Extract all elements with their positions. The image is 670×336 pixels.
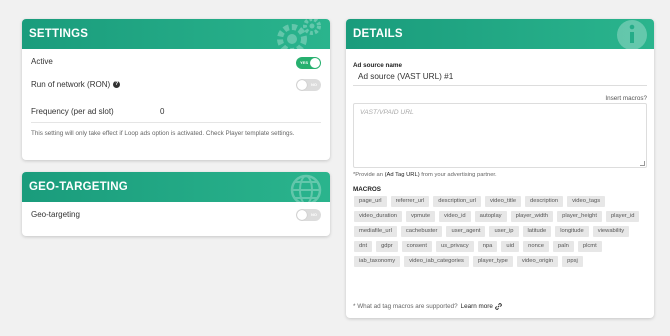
macro-chip[interactable]: iab_taxonomy bbox=[354, 256, 401, 267]
geo-label: Geo-targeting bbox=[31, 210, 80, 219]
hint-prefix: *Provide an bbox=[353, 172, 383, 178]
macro-chip[interactable]: video_title bbox=[484, 196, 522, 207]
macro-chip[interactable]: consent bbox=[401, 241, 432, 252]
macro-chip[interactable]: player_width bbox=[510, 211, 554, 222]
macro-chip[interactable]: cachebuster bbox=[400, 226, 443, 237]
toggle-knob bbox=[310, 58, 320, 68]
active-label: Active bbox=[31, 57, 53, 66]
geo-title: GEO-TARGETING bbox=[29, 181, 128, 193]
macro-chip[interactable]: ppsj bbox=[562, 256, 583, 267]
active-row: Active bbox=[31, 57, 321, 66]
settings-note: This setting will only take effect if Lo… bbox=[31, 130, 295, 137]
macro-chip[interactable]: npa bbox=[477, 241, 498, 252]
frequency-label: Frequency (per ad slot) bbox=[31, 107, 114, 116]
macro-chip[interactable]: description bbox=[525, 196, 564, 207]
macro-chip[interactable]: longitude bbox=[555, 226, 589, 237]
ron-toggle[interactable]: NO bbox=[296, 79, 321, 91]
macro-chip[interactable]: video_duration bbox=[354, 211, 403, 222]
bottom-note-text: * What ad tag macros are supported? bbox=[353, 303, 458, 310]
geo-row: Geo-targeting bbox=[31, 210, 321, 219]
hint-strong: (Ad Tag URL) bbox=[384, 172, 420, 178]
divider bbox=[31, 122, 321, 123]
macro-chip[interactable]: video_tags bbox=[567, 196, 606, 207]
macro-chip[interactable]: autoplay bbox=[474, 211, 507, 222]
frequency-row: Frequency (per ad slot) 0 bbox=[31, 107, 321, 116]
settings-header: SETTINGS bbox=[22, 19, 330, 49]
frequency-input[interactable]: 0 bbox=[160, 107, 164, 116]
macro-chip[interactable]: user_ip bbox=[489, 226, 519, 237]
gears-icon bbox=[277, 19, 321, 49]
toggle-knob bbox=[297, 80, 307, 90]
macro-chip[interactable]: vpmute bbox=[406, 211, 436, 222]
macro-chip[interactable]: video_id bbox=[439, 211, 471, 222]
macro-chip[interactable]: video_iab_categories bbox=[404, 256, 469, 267]
macro-chip[interactable]: viewability bbox=[592, 226, 630, 237]
geo-targeting-card: GEO-TARGETING Geo-targeting NO bbox=[22, 172, 330, 236]
macro-chip[interactable]: player_height bbox=[557, 211, 602, 222]
macro-chip[interactable]: referrer_url bbox=[390, 196, 430, 207]
macro-chip[interactable]: paln bbox=[552, 241, 574, 252]
ad-tag-hint: *Provide an (Ad Tag URL) from your adver… bbox=[353, 172, 497, 178]
hint-suffix: from your advertising partner. bbox=[421, 172, 497, 178]
details-card: DETAILS Ad source name Ad source (VAST U… bbox=[346, 19, 654, 318]
macro-chip[interactable]: plcmt bbox=[577, 241, 602, 252]
toggle-knob bbox=[297, 210, 307, 220]
link-icon[interactable] bbox=[495, 303, 502, 310]
macros-support-note: * What ad tag macros are supported? Lear… bbox=[353, 303, 502, 310]
vast-url-textarea[interactable]: VAST/VPAID URL bbox=[353, 103, 647, 168]
macro-chip[interactable]: page_url bbox=[354, 196, 387, 207]
geo-toggle-text: NO bbox=[311, 212, 317, 217]
macro-chip[interactable]: nonce bbox=[523, 241, 549, 252]
ron-label: Run of network (RON) bbox=[31, 80, 111, 89]
settings-card: SETTINGS Active YES Run of network (RON)… bbox=[22, 19, 330, 160]
macro-chip[interactable]: description_url bbox=[433, 196, 481, 207]
macro-chip[interactable]: us_privacy bbox=[435, 241, 474, 252]
macros-list: page_url referrer_url description_url video… bbox=[354, 196, 648, 267]
globe-icon bbox=[290, 174, 322, 202]
macro-chip[interactable]: mediafile_url bbox=[354, 226, 397, 237]
details-header: DETAILS bbox=[346, 19, 654, 49]
macro-chip[interactable]: video_origin bbox=[516, 256, 559, 267]
vast-url-placeholder: VAST/VPAID URL bbox=[360, 109, 414, 116]
macro-chip[interactable]: player_id bbox=[605, 211, 640, 222]
active-toggle-text: YES bbox=[300, 60, 309, 65]
insert-macros-link[interactable]: Insert macros? bbox=[605, 95, 647, 102]
geo-header: GEO-TARGETING bbox=[22, 172, 330, 202]
macro-chip[interactable]: latitude bbox=[522, 226, 552, 237]
question-icon[interactable]: ? bbox=[113, 81, 121, 88]
macros-label: MACROS bbox=[353, 186, 381, 193]
geo-toggle[interactable]: NO bbox=[296, 209, 321, 221]
macro-chip[interactable]: dnt bbox=[354, 241, 373, 252]
macro-chip[interactable]: gdpr bbox=[376, 241, 398, 252]
macro-chip[interactable]: user_agent bbox=[446, 226, 486, 237]
ron-toggle-text: NO bbox=[311, 82, 317, 87]
ron-row: Run of network (RON) ? bbox=[31, 80, 321, 89]
resize-handle[interactable] bbox=[640, 161, 645, 166]
macro-chip[interactable]: player_type bbox=[472, 256, 513, 267]
ad-source-input[interactable]: Ad source (VAST URL) #1 bbox=[353, 68, 647, 86]
details-title: DETAILS bbox=[353, 28, 403, 40]
settings-title: SETTINGS bbox=[29, 28, 89, 40]
info-icon bbox=[617, 20, 647, 49]
active-toggle[interactable]: YES bbox=[296, 57, 321, 69]
macro-chip[interactable]: uid bbox=[501, 241, 520, 252]
learn-more-link[interactable]: Learn more bbox=[461, 303, 493, 310]
